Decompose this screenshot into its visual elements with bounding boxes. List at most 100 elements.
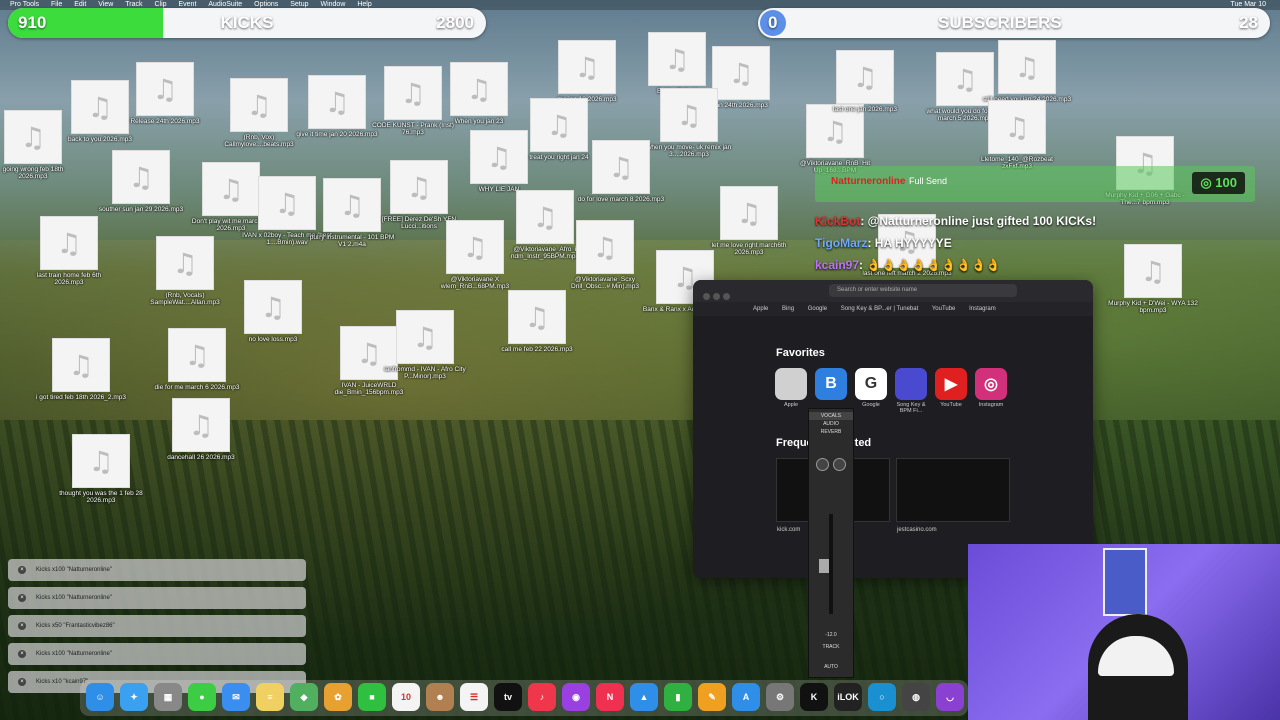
desktop-file-icon[interactable]: ♫ souther sun jan 29 2026.mp3 — [96, 150, 186, 213]
menu-item[interactable]: Setup — [290, 1, 308, 8]
desktop-file-icon[interactable]: ♫ die for me march 6 2026.mp3 — [152, 328, 242, 391]
bookmark-item[interactable]: Song Key & BP...er | Tunebat — [841, 306, 919, 312]
audio-file-icon: ♫ — [592, 140, 650, 194]
messages-icon[interactable]: ● — [188, 683, 216, 711]
close-icon[interactable]: × — [18, 622, 26, 630]
audio-file-icon: ♫ — [40, 216, 98, 270]
desktop-file-icon[interactable]: ♫me jan 18 2026.mp3 — [542, 40, 632, 103]
desktop-file-icon[interactable]: ♫ i got tired feb 18th 2026_2.mp3 — [36, 338, 126, 401]
track-name[interactable]: TRACK — [809, 643, 853, 651]
desktop-file-name: call me feb 22 2026.mp3 — [501, 346, 573, 353]
desktop-file-icon[interactable]: ♫ @Viktoriavane X wlem_RnB...68PM.mp3 — [430, 220, 520, 290]
notification[interactable]: × Kicks x50 "Frantasticvibez86" — [8, 615, 306, 637]
desktop-file-icon[interactable]: ♫ (Rnb, Vox) Callmylove....beats.mp3 — [214, 78, 304, 148]
volume-fader[interactable] — [819, 559, 829, 573]
notes-icon[interactable]: ≡ — [256, 683, 284, 711]
facetime-icon[interactable]: ■ — [358, 683, 386, 711]
insert-label[interactable]: VOCALS — [809, 412, 853, 420]
menu-item[interactable]: Track — [125, 1, 142, 8]
menu-item[interactable]: Options — [254, 1, 278, 8]
maps-icon[interactable]: ◆ — [290, 683, 318, 711]
kick-icon[interactable]: K — [800, 683, 828, 711]
bookmark-item[interactable]: Google — [808, 306, 827, 312]
keynote-icon[interactable]: ▲ — [630, 683, 658, 711]
appstore-icon[interactable]: A — [732, 683, 760, 711]
mixer-app-icon[interactable]: ◍ — [902, 683, 930, 711]
safari-icon[interactable]: ✦ — [120, 683, 148, 711]
bookmark-item[interactable]: Bing — [782, 306, 794, 312]
circle-app-icon[interactable]: ○ — [868, 683, 896, 711]
chat-text: : HA HYYYYYE — [867, 236, 952, 250]
desktop-file-name: last one jan 2026.mp3 — [833, 106, 897, 113]
menu-item[interactable]: Help — [357, 1, 371, 8]
menu-item[interactable]: Window — [320, 1, 345, 8]
settings-icon[interactable]: ⚙ — [766, 683, 794, 711]
favorite-site-icon: ▶ — [935, 368, 967, 400]
calendar-icon[interactable]: 10 — [392, 683, 420, 711]
notification[interactable]: × Kicks x100 "Natturneronline" — [8, 587, 306, 609]
desktop-file-icon[interactable]: ♫still need you jan 24 2026.mp3 — [982, 40, 1072, 103]
desktop-file-icon[interactable]: ♫ ianfrommd - IVAN - Afro City P...Minor)… — [380, 310, 470, 380]
favorite-site[interactable]: ▶ YouTube — [931, 368, 971, 408]
numbers-icon[interactable]: ▮ — [664, 683, 692, 711]
menu-item[interactable]: AudioSuite — [208, 1, 242, 8]
music-icon[interactable]: ♪ — [528, 683, 556, 711]
favorite-site[interactable]: Apple — [771, 368, 811, 408]
news-icon[interactable]: N — [596, 683, 624, 711]
contacts-icon[interactable]: ☻ — [426, 683, 454, 711]
menu-item[interactable]: File — [51, 1, 62, 8]
reminders-icon[interactable]: ☰ — [460, 683, 488, 711]
close-icon[interactable]: × — [18, 678, 26, 686]
menu-item[interactable]: Event — [178, 1, 196, 8]
close-icon[interactable]: × — [18, 594, 26, 602]
send-label[interactable]: REVERB — [809, 428, 853, 436]
favorite-site[interactable]: Song Key & BPM Fi... — [891, 368, 931, 414]
desktop-file-icon[interactable]: ♫ let me love right march6th 2026.mp3 — [704, 186, 794, 256]
desktop-file-icon[interactable]: ♫@Viktoriavane_RnB_Hit Up_168...BPM — [790, 104, 880, 174]
desktop-file-icon[interactable]: ♫ last train home feb 6th 2026.mp3 — [24, 216, 114, 286]
audio-file-icon: ♫ — [4, 110, 62, 164]
notification[interactable]: × Kicks x100 "Natturneronline" — [8, 559, 306, 581]
favorite-site[interactable]: G Google — [851, 368, 891, 408]
close-icon[interactable]: × — [18, 566, 26, 574]
ilok-icon[interactable]: iLOK — [834, 683, 862, 711]
launchpad-icon[interactable]: ▦ — [154, 683, 182, 711]
safari-window[interactable]: Search or enter website name Apple Bing … — [693, 280, 1093, 578]
notification[interactable]: × Kicks x100 "Natturneronline" — [8, 643, 306, 665]
menu-item[interactable]: Clip — [154, 1, 166, 8]
finder-icon[interactable]: ☺ — [86, 683, 114, 711]
podcasts-icon[interactable]: ◉ — [562, 683, 590, 711]
audio-file-icon: ♫ — [244, 280, 302, 334]
mail-icon[interactable]: ✉ — [222, 683, 250, 711]
address-bar[interactable]: Search or enter website name — [829, 284, 1017, 297]
tv-icon[interactable]: tv — [494, 683, 522, 711]
pan-knob[interactable] — [833, 458, 846, 471]
desktop-file-icon[interactable]: ♫ (Rnb, Vocals) SampleWat....Allan.mp3 — [140, 236, 230, 306]
menu-item[interactable]: Edit — [74, 1, 86, 8]
pan-knob[interactable] — [816, 458, 829, 471]
desktop-file-icon[interactable]: ♫ thought you was the 1 feb 28 2026.mp3 — [56, 434, 146, 504]
send-label[interactable]: AUDIO — [809, 420, 853, 428]
photos-icon[interactable]: ✿ — [324, 683, 352, 711]
desktop-file-icon[interactable]: ♫ @Viktoriavane_Scxy Drill_Obsc...# Min).… — [560, 220, 650, 290]
desktop-file-icon[interactable]: ♫ dancehall 26 2026.mp3 — [156, 398, 246, 461]
protools-icon[interactable]: ◡ — [936, 683, 964, 711]
desktop-file-icon[interactable]: ♫ Release 24th 2026.mp3 — [120, 62, 210, 125]
protools-mixer-strip[interactable]: VOCALS AUDIO REVERB -12.0 TRACK AUTO — [808, 408, 854, 678]
bookmark-item[interactable]: YouTube — [932, 306, 956, 312]
frequent-site-thumb[interactable]: jestcasino.com — [896, 458, 1010, 533]
menu-item[interactable]: View — [98, 1, 113, 8]
desktop-file-icon[interactable]: ♫ last one jan 2026.mp3 — [820, 50, 910, 113]
window-controls[interactable] — [703, 287, 733, 305]
desktop-file-icon[interactable]: ♫Lletome_140_@Rozbeat zxFxf.mp3 — [972, 100, 1062, 170]
menu-item[interactable]: Pro Tools — [10, 1, 39, 8]
bookmark-item[interactable]: Instagram — [969, 306, 996, 312]
favorite-site[interactable]: B — [811, 368, 851, 402]
favorite-site[interactable]: ◎ Instagram — [971, 368, 1011, 408]
close-icon[interactable]: × — [18, 650, 26, 658]
pages-icon[interactable]: ✎ — [698, 683, 726, 711]
automation-mode[interactable]: AUTO — [809, 663, 853, 671]
desktop-file-icon[interactable]: ♫ call me feb 22 2026.mp3 — [492, 290, 582, 353]
desktop-file-icon[interactable]: ♫ When you jan 23 — [434, 62, 524, 125]
bookmark-item[interactable]: Apple — [753, 306, 768, 312]
